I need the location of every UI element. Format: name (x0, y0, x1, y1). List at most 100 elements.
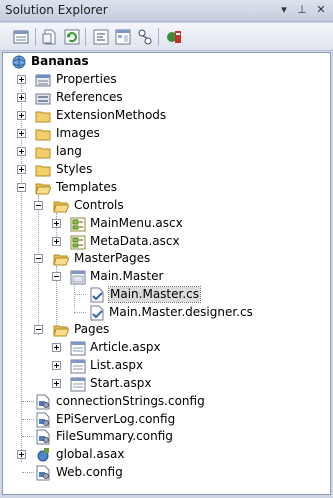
expand-toggle[interactable] (52, 379, 61, 388)
tree-item-label: Pages (74, 322, 110, 336)
tree-item-label: Start.aspx (90, 376, 152, 390)
tree-item-metadata-ascx[interactable]: MetaData.ascx (3, 233, 330, 250)
collapse-toggle[interactable] (17, 183, 26, 192)
tree-item-label: List.aspx (90, 358, 144, 372)
tree-item-references[interactable]: References (3, 89, 330, 106)
expand-toggle[interactable] (17, 129, 26, 138)
tree-item-label: MainMenu.ascx (90, 216, 183, 230)
tree-item-label: Web.config (56, 465, 123, 479)
tree-item-label: Properties (56, 72, 117, 86)
tree-item-article-aspx[interactable]: Article.aspx (3, 339, 330, 356)
folder-icon (35, 165, 51, 177)
show-all-files-icon[interactable] (41, 28, 59, 46)
folder-icon (35, 111, 51, 123)
expand-toggle[interactable] (17, 165, 26, 174)
properties-icon[interactable] (12, 28, 30, 46)
tree-item-start-aspx[interactable]: Start.aspx (3, 375, 330, 392)
tree-item-pages[interactable]: Pages (3, 321, 330, 338)
tree-item-label: FileSummary.config (56, 429, 173, 443)
toolbar-separator (85, 28, 86, 46)
expand-toggle[interactable] (52, 343, 61, 352)
web-project-icon (12, 55, 26, 69)
config-file-icon (36, 429, 50, 445)
folder-open-icon (53, 254, 69, 266)
folder-open-icon (53, 201, 69, 213)
tree-item-filesummary-config[interactable]: FileSummary.config (3, 428, 330, 445)
tree-item-mainmenu-ascx[interactable]: MainMenu.ascx (3, 215, 330, 232)
expand-toggle[interactable] (17, 111, 26, 120)
web-form-icon (70, 377, 86, 392)
tree-item-list-aspx[interactable]: List.aspx (3, 357, 330, 374)
expand-toggle[interactable] (17, 147, 26, 156)
tree-item-connectionstrings-config[interactable]: connectionStrings.config (3, 393, 330, 410)
config-file-icon (36, 394, 50, 410)
refresh-icon[interactable] (63, 28, 81, 46)
tree-line (22, 436, 34, 437)
window-title: Solution Explorer (5, 3, 108, 17)
tree-line (22, 419, 34, 420)
tree-item-main-master-cs[interactable]: Main.Master.cs (3, 286, 330, 303)
view-code-icon[interactable] (92, 28, 110, 46)
tree-line (74, 294, 86, 295)
folder-open-icon (53, 325, 69, 337)
tree-item-episerverlog-config[interactable]: EPiServerLog.config (3, 411, 330, 428)
tree-item-extensionmethods[interactable]: ExtensionMethods (3, 107, 330, 124)
tree-item-main-master-designer-cs[interactable]: Main.Master.designer.cs (3, 304, 330, 321)
tree-item-label: Controls (74, 198, 124, 212)
tree-item-templates[interactable]: Templates (3, 179, 330, 196)
tree-item-label: Templates (56, 180, 118, 194)
auto-hide-pin-button[interactable]: ⊥ (294, 2, 310, 18)
collapse-toggle[interactable] (52, 272, 61, 281)
tree-line (74, 312, 86, 313)
tree-item-controls[interactable]: Controls (3, 197, 330, 214)
toolbar-separator (35, 28, 36, 46)
collapse-toggle[interactable] (34, 254, 43, 263)
master-page-icon (70, 270, 86, 285)
class-diagram-icon[interactable] (136, 28, 154, 46)
tree-item-label: Main.Master (90, 269, 164, 283)
tree-item-label: Styles (56, 162, 93, 176)
view-designer-icon[interactable] (114, 28, 132, 46)
tree-item-label: global.asax (56, 447, 125, 461)
close-button[interactable]: ✕ (313, 2, 329, 18)
window-position-dropdown[interactable]: ▾ (276, 2, 292, 18)
copy-website-icon[interactable] (165, 28, 183, 46)
solution-tree[interactable]: Bananas Properties References ExtensionM… (2, 52, 331, 495)
collapse-toggle[interactable] (34, 325, 43, 334)
tree-item-web-config[interactable]: Web.config (3, 464, 330, 481)
web-form-icon (70, 359, 86, 374)
folder-icon (35, 147, 51, 159)
tree-item-global-asax[interactable]: global.asax (3, 446, 330, 463)
tree-item-label: EPiServerLog.config (56, 412, 176, 426)
tree-item-masterpages[interactable]: MasterPages (3, 250, 330, 267)
tree-item-label: Main.Master.cs (107, 286, 202, 303)
config-file-icon (36, 412, 50, 428)
references-folder-icon (35, 93, 51, 105)
tree-item-images[interactable]: Images (3, 125, 330, 142)
expand-toggle[interactable] (17, 75, 26, 84)
expand-toggle[interactable] (52, 361, 61, 370)
tree-root-solution[interactable]: Bananas (3, 53, 330, 70)
tree-item-lang[interactable]: lang (3, 143, 330, 160)
expand-toggle[interactable] (17, 93, 26, 102)
user-control-icon (70, 235, 86, 250)
tree-item-main-master[interactable]: Main.Master (3, 268, 330, 285)
expand-toggle[interactable] (52, 237, 61, 246)
collapse-toggle[interactable] (34, 201, 43, 210)
solution-explorer-window: Solution Explorer ▾ ⊥ ✕ Bananas Properti… (0, 0, 333, 498)
user-control-icon (70, 217, 86, 232)
folder-icon (35, 129, 51, 141)
tree-item-label: ExtensionMethods (56, 108, 167, 122)
tree-line (22, 401, 34, 402)
csharp-file-icon (90, 287, 104, 303)
title-bar: Solution Explorer ▾ ⊥ ✕ (0, 0, 333, 22)
tree-item-styles[interactable]: Styles (3, 161, 330, 178)
tree-item-label: MasterPages (74, 251, 151, 265)
expand-toggle[interactable] (17, 450, 26, 459)
toolbar-separator (158, 28, 159, 46)
toolbar (0, 23, 333, 51)
tree-item-label: References (56, 90, 123, 104)
tree-item-label: Bananas (31, 54, 89, 68)
tree-item-properties[interactable]: Properties (3, 71, 330, 88)
expand-toggle[interactable] (52, 219, 61, 228)
